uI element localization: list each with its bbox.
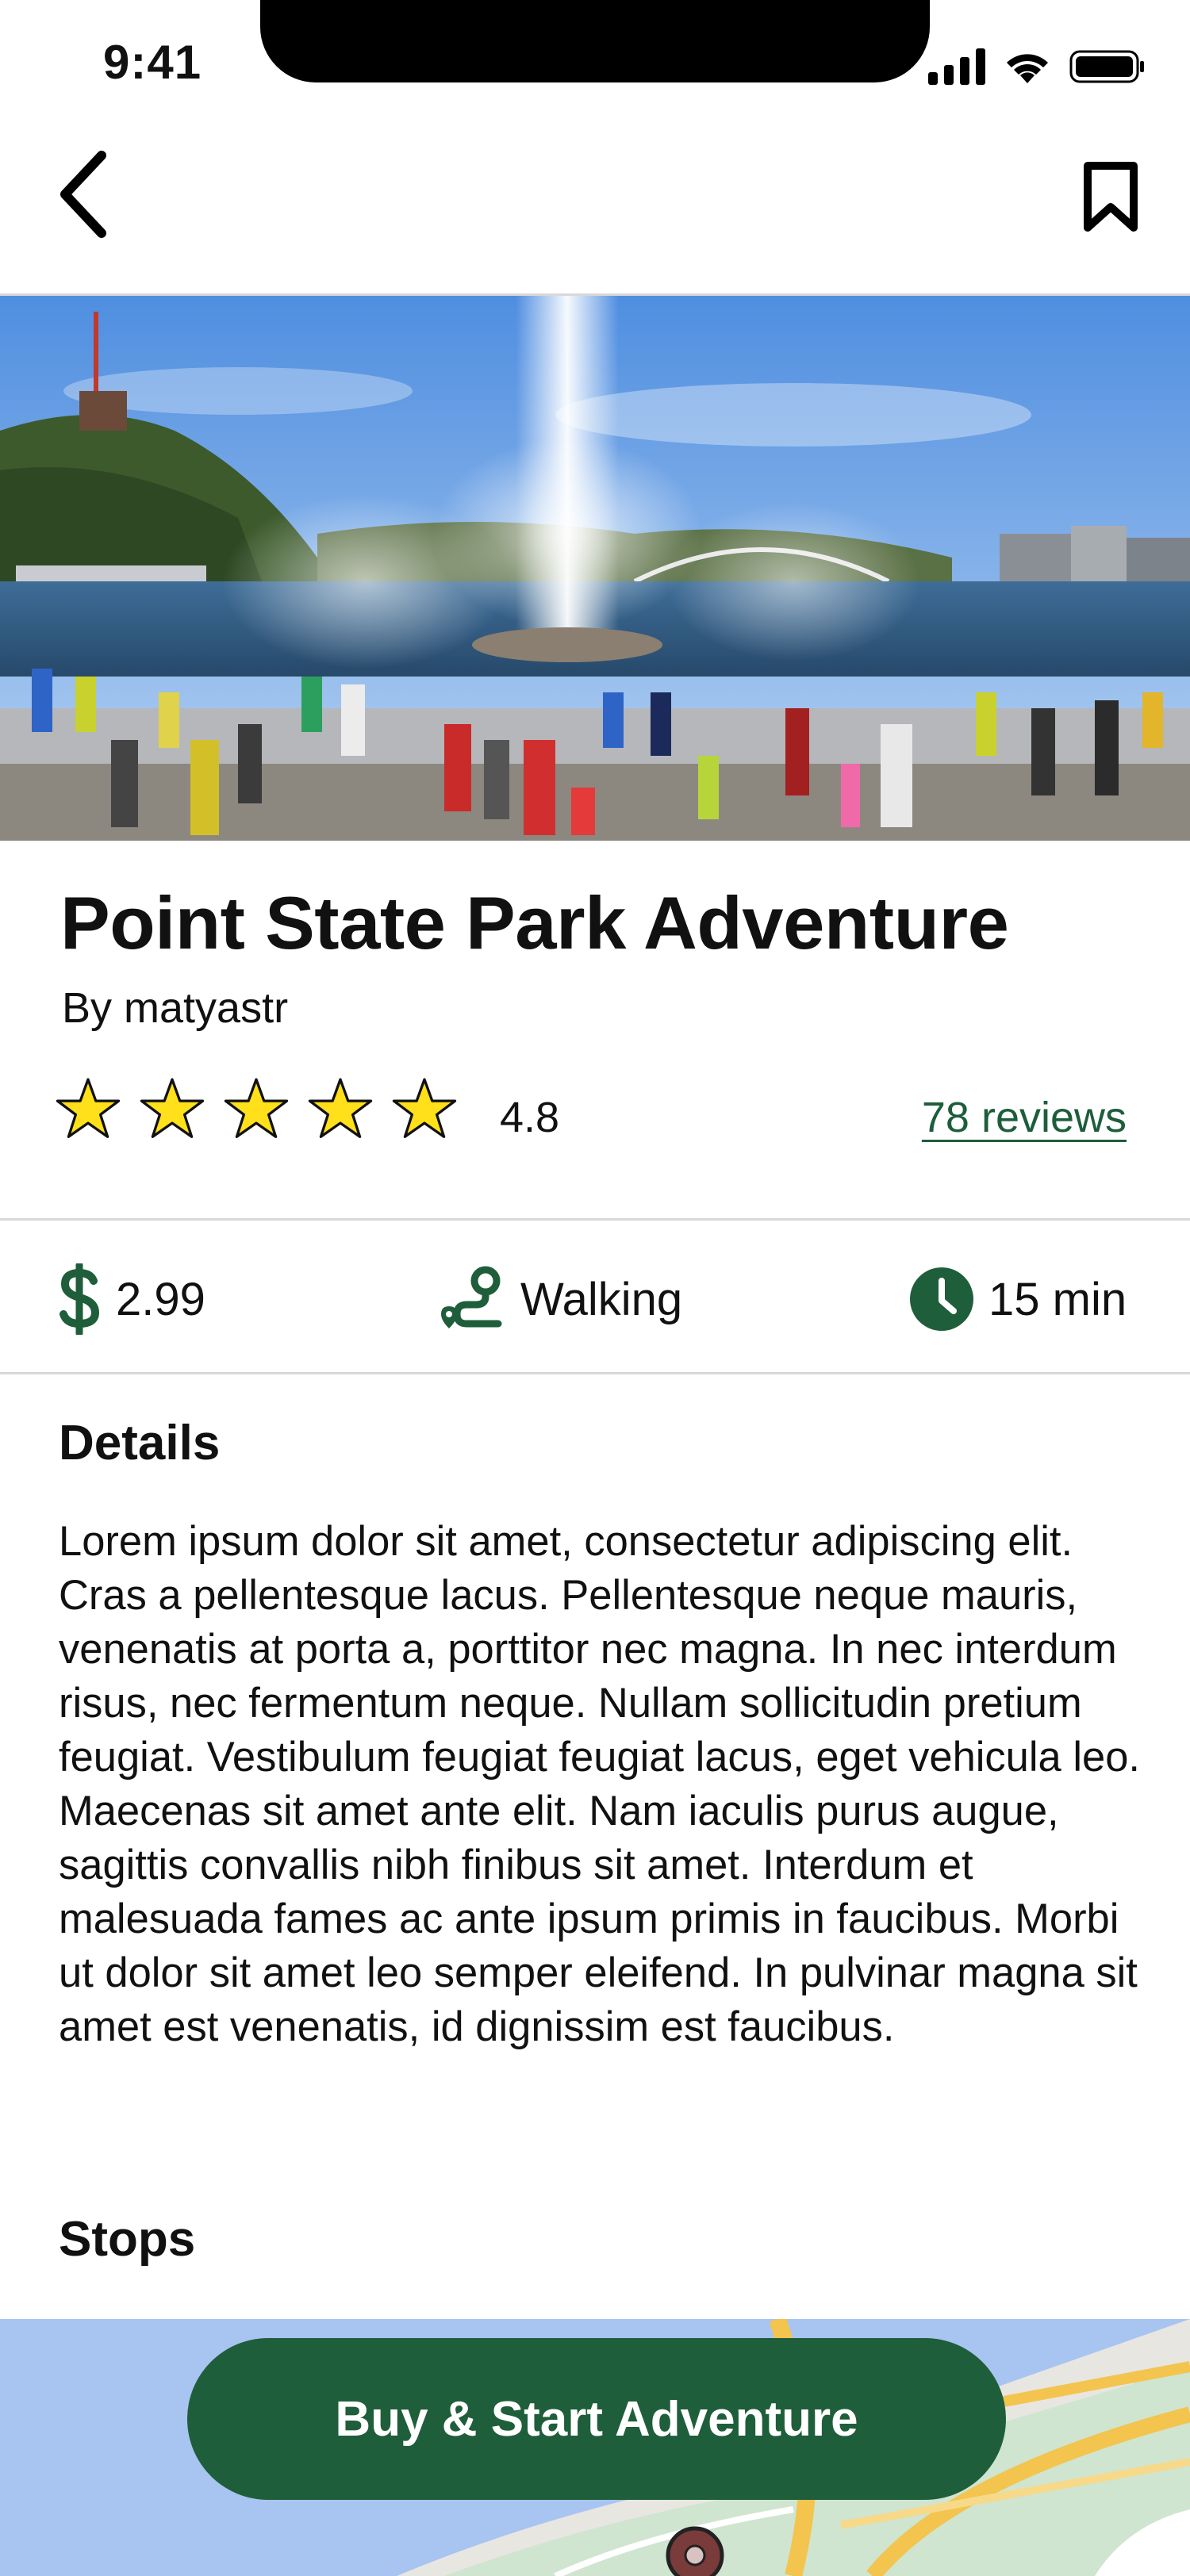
chevron-left-icon	[60, 151, 106, 238]
details-heading: Details	[59, 1416, 221, 1470]
wifi-icon	[1007, 54, 1048, 83]
bookmark-icon	[1084, 162, 1138, 232]
star-icon	[308, 1078, 373, 1138]
reviews-link[interactable]: 78 reviews	[922, 1093, 1127, 1142]
status-time: 9:41	[103, 36, 202, 89]
tour-author: By matyastr	[62, 984, 289, 1032]
rating-value: 4.8	[500, 1094, 560, 1141]
hero-photo	[0, 296, 1190, 841]
buy-start-adventure-button[interactable]: Buy & Start Adventure	[187, 2338, 1006, 2500]
star-icon	[56, 1078, 121, 1138]
status-icons	[928, 44, 1146, 89]
status-bar: 9:41	[0, 0, 1190, 111]
rating-row: 4.8 78 reviews	[56, 1075, 1127, 1155]
mode-value: Walking	[520, 1273, 683, 1325]
mode-info: Walking	[438, 1261, 682, 1337]
duration-value: 15 min	[988, 1273, 1127, 1325]
star-icon	[392, 1078, 457, 1138]
cellular-signal-icon	[928, 48, 985, 85]
tour-info-row: 2.99 Walking 15 min	[0, 1220, 1190, 1374]
map-pin-icon	[666, 2526, 724, 2576]
device-notch	[260, 0, 930, 82]
star-rating	[56, 1075, 457, 1142]
duration-info: 15 min	[909, 1261, 1127, 1337]
battery-icon	[1069, 50, 1144, 83]
divider	[0, 1372, 1190, 1374]
bookmark-button[interactable]	[1071, 149, 1150, 244]
details-text: Lorem ipsum dolor sit amet, consectetur …	[59, 1518, 1140, 2050]
route-icon	[441, 1266, 502, 1328]
nav-bar	[0, 111, 1190, 296]
price-value: 2.99	[116, 1273, 205, 1325]
stops-heading: Stops	[59, 2212, 196, 2267]
star-icon	[140, 1078, 205, 1138]
clock-icon	[910, 1267, 973, 1331]
star-icon	[224, 1078, 289, 1138]
price-info: 2.99	[57, 1261, 205, 1337]
dollar-icon	[60, 1263, 100, 1335]
tour-title: Point State Park Adventure	[60, 881, 1009, 964]
back-button[interactable]	[48, 135, 119, 254]
